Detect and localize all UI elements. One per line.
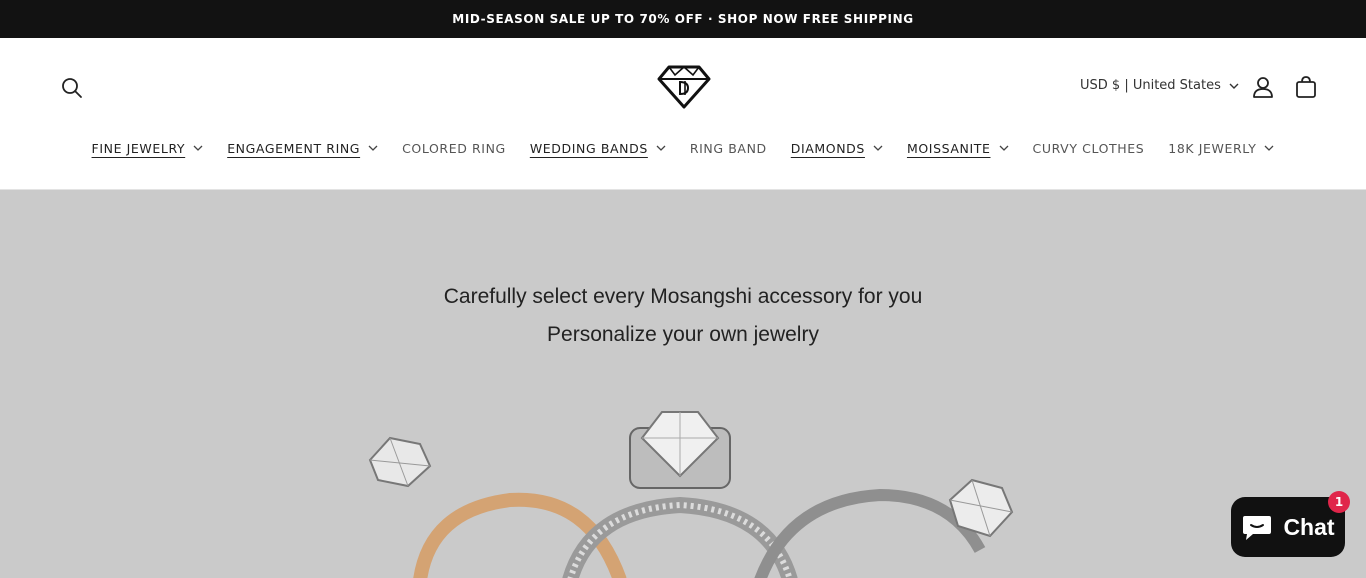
chevron-down-icon (1264, 145, 1274, 151)
currency-label: USD $ | United States (1080, 78, 1221, 93)
nav-item-label: MOISSANITE (906, 140, 991, 156)
nav-item-colored-ring[interactable]: COLORED RING (402, 141, 506, 156)
hero-banner[interactable]: Carefully select every Mosangshi accesso… (0, 190, 1366, 578)
hero-headline: Carefully select every Mosangshi accesso… (443, 285, 923, 308)
chevron-down-icon (193, 145, 203, 151)
nav-item-moissanite[interactable]: MOISSANITE (907, 141, 1009, 156)
account-button[interactable] (1250, 74, 1276, 100)
nav-item-label: 18K JEWERLY (1168, 140, 1257, 156)
site-header: USD $ | United States FINE JEWELRY ENGAG… (0, 38, 1366, 190)
announcement-text: MID-SEASON SALE UP TO 70% OFF · SHOP NOW… (452, 12, 914, 26)
nav-item-label: WEDDING BANDS (529, 140, 648, 156)
nav-item-label: RING BAND (689, 140, 767, 156)
currency-selector[interactable]: USD $ | United States (1080, 78, 1239, 93)
nav-item-engagement-ring[interactable]: ENGAGEMENT RING (227, 141, 378, 156)
left-diamond (368, 436, 432, 488)
chevron-down-icon (873, 145, 883, 151)
nav-item-ring-band[interactable]: RING BAND (690, 141, 767, 156)
nav-item-18k-jewerly[interactable]: 18K JEWERLY (1168, 141, 1274, 156)
announcement-bar: MID-SEASON SALE UP TO 70% OFF · SHOP NOW… (0, 0, 1366, 38)
search-button[interactable] (58, 74, 86, 102)
chevron-down-icon (656, 145, 666, 151)
search-icon (62, 78, 82, 98)
nav-item-fine-jewelry[interactable]: FINE JEWELRY (92, 141, 204, 156)
site-logo[interactable] (655, 63, 713, 109)
main-navigation: FINE JEWELRY ENGAGEMENT RING COLORED RIN… (0, 136, 1366, 160)
account-icon (1253, 77, 1273, 98)
center-diamond (629, 411, 731, 489)
chat-label: Chat (1283, 513, 1335, 540)
nav-item-label: COLORED RING (402, 140, 506, 156)
chevron-down-icon (999, 145, 1008, 151)
hero-subheadline: Personalize your own jewelry (547, 323, 819, 346)
nav-item-curvy-clothes[interactable]: CURVY CLOTHES (1033, 141, 1145, 156)
cart-icon (1296, 76, 1316, 98)
cart-button[interactable] (1292, 74, 1320, 102)
nav-item-label: DIAMONDS (790, 140, 865, 156)
chat-bubble-icon (1243, 516, 1272, 540)
rings-image (368, 411, 1014, 578)
nav-item-diamonds[interactable]: DIAMONDS (791, 141, 883, 156)
nav-item-label: ENGAGEMENT RING (227, 140, 361, 156)
chevron-down-icon (368, 145, 378, 151)
chevron-down-icon (1229, 83, 1239, 89)
chat-notification-badge: 1 (1328, 491, 1350, 513)
nav-item-wedding-bands[interactable]: WEDDING BANDS (530, 141, 666, 156)
nav-item-label: CURVY CLOTHES (1032, 140, 1145, 156)
nav-item-label: FINE JEWELRY (91, 140, 186, 156)
diamond-logo-icon (657, 65, 711, 109)
